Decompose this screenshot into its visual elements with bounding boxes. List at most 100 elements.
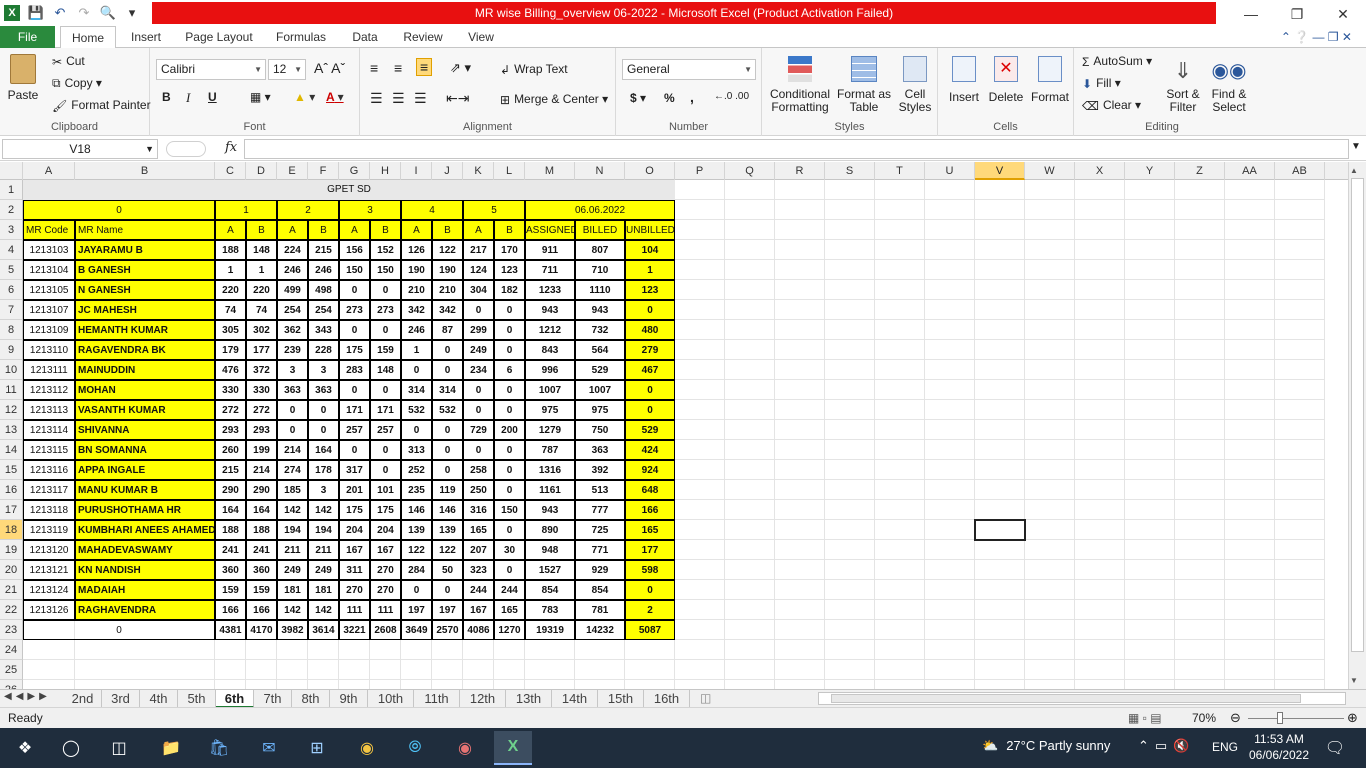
table-cell[interactable]: 146 [401, 500, 432, 520]
align-bottom-icon[interactable]: ≡ [416, 58, 433, 76]
table-cell[interactable]: 111 [339, 600, 370, 620]
table-cell[interactable]: 211 [277, 540, 308, 560]
table-cell[interactable]: 1213110 [23, 340, 75, 360]
table-cell[interactable]: 210 [401, 280, 432, 300]
table-cell[interactable]: 204 [339, 520, 370, 540]
formula-input[interactable] [244, 139, 1349, 159]
table-cell[interactable]: 273 [339, 300, 370, 320]
table-cell[interactable]: 101 [370, 480, 401, 500]
align-center-icon[interactable]: ☰ [392, 90, 405, 107]
sheet-nav-icon[interactable]: ◀◀▶▶ [4, 691, 51, 702]
table-cell[interactable]: 0 [494, 560, 525, 580]
table-cell[interactable]: 104 [625, 240, 675, 260]
table-header[interactable]: BILLED [575, 220, 625, 240]
cut-button[interactable]: ✂ Cut [52, 54, 85, 69]
system-tray-icons[interactable]: ⌃▭🔇 [1138, 738, 1195, 754]
table-cell[interactable]: 943 [525, 300, 575, 320]
column-header-x[interactable]: X [1075, 162, 1125, 180]
table-cell[interactable]: 771 [575, 540, 625, 560]
table-cell[interactable]: 314 [432, 380, 463, 400]
table-cell[interactable]: 1213118 [23, 500, 75, 520]
table-cell[interactable]: 0 [432, 580, 463, 600]
table-cell[interactable]: RAGAVENDRA BK [75, 340, 215, 360]
row-header[interactable]: 22 [0, 600, 23, 620]
table-cell[interactable]: 711 [525, 260, 575, 280]
tab-home[interactable]: Home [60, 26, 116, 49]
table-cell[interactable]: 1213114 [23, 420, 75, 440]
table-cell[interactable]: 0 [277, 400, 308, 420]
orientation-icon[interactable]: ⇗ ▾ [450, 60, 471, 76]
format-cells-button[interactable]: Format [1030, 56, 1070, 104]
insert-cells-button[interactable]: Insert [946, 56, 982, 104]
sheet-tab-10th[interactable]: 10th [368, 690, 414, 708]
table-cell[interactable]: 150 [494, 500, 525, 520]
table-cell[interactable]: 188 [215, 240, 246, 260]
table-cell[interactable]: 167 [463, 600, 494, 620]
row-header[interactable]: 14 [0, 440, 23, 460]
table-cell[interactable]: 304 [463, 280, 494, 300]
column-header-r[interactable]: R [775, 162, 825, 180]
redo-icon[interactable]: ↷ [76, 5, 92, 21]
table-cell[interactable]: 943 [575, 300, 625, 320]
table-cell[interactable]: 0 [625, 300, 675, 320]
table-cell[interactable]: 1 [625, 260, 675, 280]
table-header[interactable]: B [308, 220, 339, 240]
table-cell[interactable]: 3 [308, 360, 339, 380]
table-cell[interactable]: 342 [432, 300, 463, 320]
row-header[interactable]: 19 [0, 540, 23, 560]
table-cell[interactable]: 476 [215, 360, 246, 380]
table-cell[interactable]: 293 [246, 420, 277, 440]
paste-button[interactable]: Paste [6, 54, 40, 102]
table-cell[interactable]: MANU KUMAR B [75, 480, 215, 500]
table-cell[interactable]: 1161 [525, 480, 575, 500]
table-cell[interactable]: 159 [370, 340, 401, 360]
table-cell[interactable]: 175 [370, 500, 401, 520]
table-cell[interactable]: 314 [401, 380, 432, 400]
table-cell[interactable]: 273 [370, 300, 401, 320]
table-cell[interactable]: 50 [432, 560, 463, 580]
tab-formulas[interactable]: Formulas [270, 26, 332, 48]
table-cell[interactable]: 215 [215, 460, 246, 480]
table-cell[interactable]: 1 [401, 340, 432, 360]
row-header[interactable]: 17 [0, 500, 23, 520]
ribbon-help-icon[interactable]: ⌃ ❔ — ❐ ✕ [1258, 26, 1358, 48]
table-cell[interactable]: 0 [308, 420, 339, 440]
table-cell[interactable]: 74 [246, 300, 277, 320]
row-header[interactable]: 7 [0, 300, 23, 320]
table-cell[interactable]: 87 [432, 320, 463, 340]
table-cell[interactable]: 0 [494, 400, 525, 420]
table-cell[interactable]: 197 [432, 600, 463, 620]
table-cell[interactable]: 270 [370, 560, 401, 580]
find-select-button[interactable]: ◉◉ Find & Select [1208, 54, 1250, 114]
table-cell[interactable]: 529 [575, 360, 625, 380]
zoom-slider-thumb[interactable] [1277, 712, 1283, 724]
table-cell[interactable]: 1213105 [23, 280, 75, 300]
fx-icon[interactable]: fx [225, 140, 237, 155]
table-cell[interactable]: 924 [625, 460, 675, 480]
table-cell[interactable]: 150 [370, 260, 401, 280]
table-cell[interactable]: 159 [246, 580, 277, 600]
total-cell[interactable]: 3649 [401, 620, 432, 640]
group-header[interactable]: 4 [401, 200, 463, 220]
table-cell[interactable]: 0 [494, 340, 525, 360]
group-header[interactable]: 2 [277, 200, 339, 220]
table-cell[interactable]: 1007 [575, 380, 625, 400]
table-cell[interactable]: 0 [463, 380, 494, 400]
table-cell[interactable]: 710 [575, 260, 625, 280]
row-header[interactable]: 4 [0, 240, 23, 260]
table-cell[interactable]: 142 [277, 600, 308, 620]
table-cell[interactable]: 246 [308, 260, 339, 280]
table-cell[interactable]: 272 [215, 400, 246, 420]
table-cell[interactable]: 234 [463, 360, 494, 380]
table-header[interactable]: B [246, 220, 277, 240]
table-cell[interactable]: 139 [432, 520, 463, 540]
table-cell[interactable]: 290 [215, 480, 246, 500]
windows-start-icon[interactable]: ❖ [10, 734, 40, 762]
table-cell[interactable]: 1213120 [23, 540, 75, 560]
table-cell[interactable]: 564 [575, 340, 625, 360]
vertical-scroll-thumb[interactable] [1351, 178, 1364, 652]
table-cell[interactable]: 211 [308, 540, 339, 560]
table-cell[interactable]: N GANESH [75, 280, 215, 300]
table-cell[interactable]: 171 [370, 400, 401, 420]
table-cell[interactable]: 0 [370, 440, 401, 460]
